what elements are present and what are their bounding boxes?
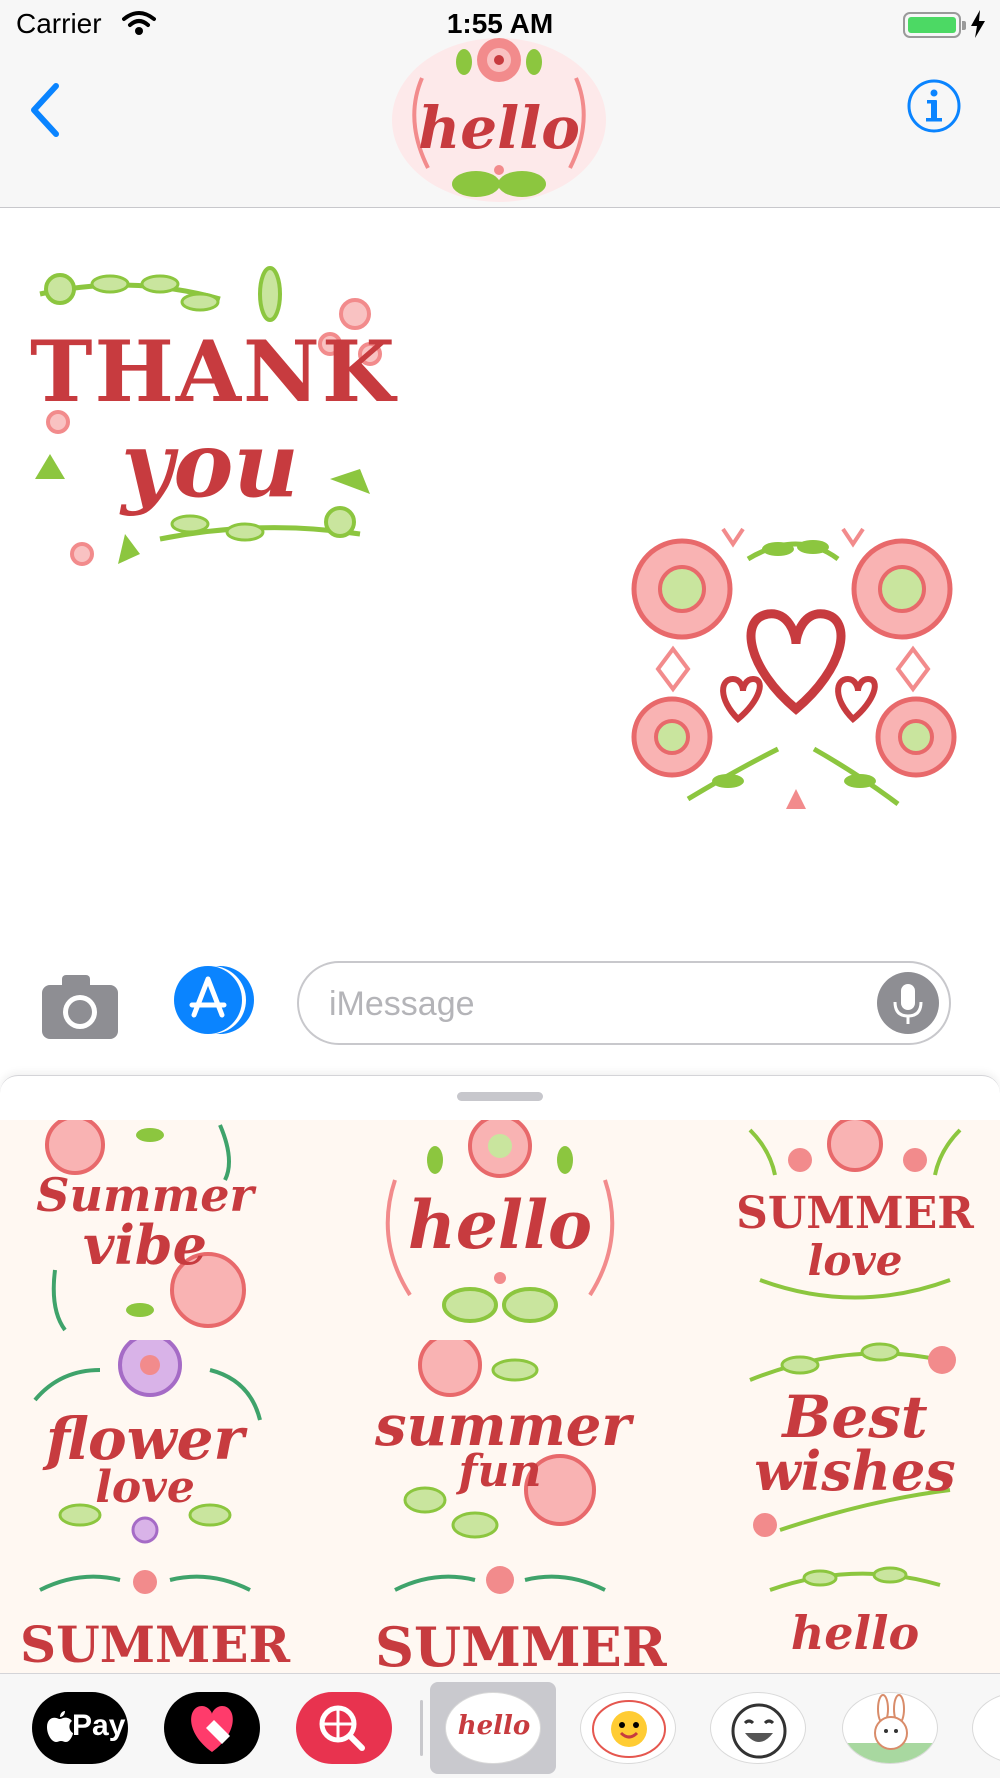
microphone-icon <box>893 984 923 1024</box>
sticker-summer-partial-2[interactable]: SUMMER <box>375 1560 667 1673</box>
sticker-grid[interactable]: Summer vibe hello SUMMER love flower lov… <box>0 1120 1000 1673</box>
sticker-line-vibe: vibe <box>82 1213 207 1277</box>
sticker-line-flower: flower <box>45 1405 245 1473</box>
sticker-line-summer: Summer <box>36 1168 254 1222</box>
app-drawer-tray: Pay hello <box>0 1673 1000 1778</box>
back-chevron-icon[interactable] <box>26 80 66 140</box>
laughing-sticker-pack-app[interactable] <box>710 1692 806 1764</box>
imessage-screen: Carrier 1:55 AM hello THANK you iMessage… <box>0 0 1000 1778</box>
contact-sticker-avatar[interactable]: hello <box>392 38 606 202</box>
sticker-line-love: love <box>807 1236 903 1285</box>
sticker-line-hello-row3: hello <box>790 1606 920 1660</box>
hearts-roses-icon <box>631 527 957 809</box>
apple-logo-icon <box>47 1711 73 1742</box>
sticker-summer-vibe[interactable]: Summer vibe <box>20 1120 270 1335</box>
bunny-icon <box>843 1694 937 1763</box>
navigation-bar: hello <box>0 38 1000 208</box>
hearts-roses-sticker[interactable] <box>628 519 964 819</box>
bunny-sticker-pack-app[interactable] <box>842 1692 938 1764</box>
contact-sticker-text: hello <box>418 94 580 162</box>
sticker-line-fun: fun <box>458 1446 542 1497</box>
sticker-line-hello: hello <box>407 1186 593 1264</box>
thank-you-line2: you <box>121 412 299 518</box>
drawer-grabber[interactable] <box>457 1092 543 1101</box>
next-sticker-pack-app[interactable] <box>972 1692 1000 1764</box>
web-search-app[interactable] <box>296 1692 392 1764</box>
conversation-area: THANK you <box>0 209 1000 935</box>
sticker-line-summer-row3b: SUMMER <box>375 1615 667 1673</box>
sticker-best-wishes[interactable]: Best wishes <box>730 1340 980 1555</box>
hello-pack-label: hello <box>457 1711 531 1741</box>
tray-divider <box>420 1700 423 1756</box>
sticker-summer-love[interactable]: SUMMER love <box>730 1120 980 1335</box>
sticker-line-flower-love: love <box>95 1462 195 1513</box>
message-input[interactable] <box>329 977 849 1031</box>
apple-pay-label: Pay <box>72 1709 126 1742</box>
battery-fill <box>908 17 956 33</box>
status-time: 1:55 AM <box>446 8 554 39</box>
digital-touch-app[interactable] <box>164 1692 260 1764</box>
sticker-line-summer-caps: SUMMER <box>736 1188 974 1239</box>
thank-you-line1: THANK <box>30 322 397 421</box>
info-icon[interactable] <box>906 78 962 134</box>
sticker-line-wishes: wishes <box>754 1439 956 1503</box>
hello-sticker-pack-app[interactable]: hello <box>445 1692 541 1764</box>
laughing-face-icon <box>731 1703 787 1759</box>
apple-pay-app[interactable]: Pay <box>32 1692 128 1764</box>
thank-you-sticker[interactable]: THANK you <box>30 254 397 574</box>
camera-icon[interactable] <box>40 971 120 1041</box>
sticker-summer-partial-1[interactable]: SUMMER <box>20 1560 291 1673</box>
sticker-hello-partial[interactable]: hello <box>730 1560 980 1673</box>
heart-hand-icon <box>191 1706 233 1752</box>
battery-nub <box>962 21 966 30</box>
sticker-flower-love[interactable]: flower love <box>20 1340 270 1555</box>
charging-bolt-icon <box>971 10 985 38</box>
battery-icon <box>903 12 966 38</box>
sticker-drawer: Summer vibe hello SUMMER love flower lov… <box>0 1075 1000 1673</box>
message-field[interactable] <box>297 961 951 1045</box>
dictation-button[interactable] <box>877 972 939 1034</box>
sticker-line-best: Best <box>782 1383 928 1451</box>
globe-search-icon <box>319 1705 365 1751</box>
sticker-line-summer-row3a: SUMMER <box>20 1615 291 1673</box>
sticker-hello[interactable]: hello <box>375 1120 625 1335</box>
compose-bar <box>0 935 1000 1075</box>
sticker-summer-fun[interactable]: summer fun <box>375 1340 631 1555</box>
app-store-icon[interactable] <box>170 965 254 1035</box>
smiley-face-icon <box>592 1700 666 1758</box>
emoji-sticker-pack-app[interactable] <box>580 1692 676 1764</box>
